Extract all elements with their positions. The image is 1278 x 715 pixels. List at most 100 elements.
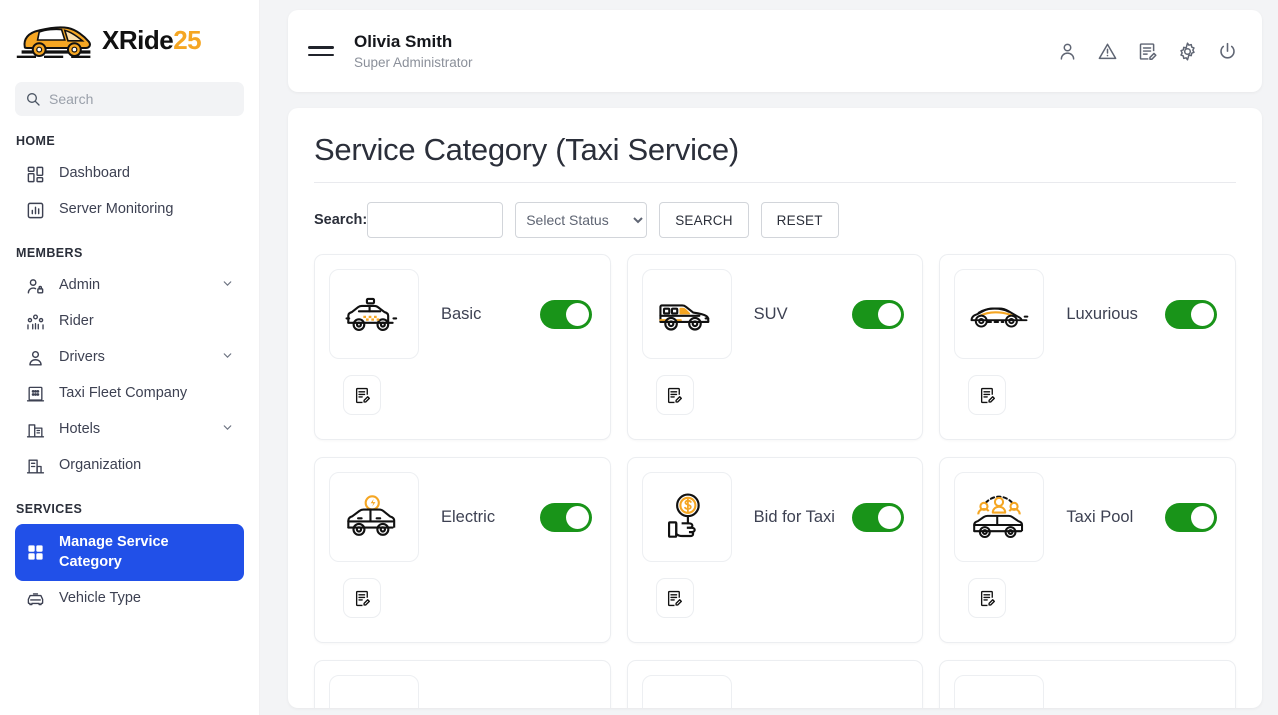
edit-category-button[interactable] [655,578,694,618]
edit-document-icon [668,387,683,403]
service-category-card[interactable]: Basic [314,254,611,440]
service-category-card[interactable] [939,660,1236,708]
card-header [954,675,1221,708]
sidebar-search[interactable] [15,82,244,116]
service-category-card[interactable]: Electric [314,457,611,643]
sidebar-item-admin[interactable]: Admin [15,268,244,304]
taxi-car-icon [329,269,419,359]
grid-squares-icon [25,543,45,563]
toggle-knob [565,505,589,529]
search-button[interactable]: SEARCH [659,202,749,238]
card-header [641,675,909,708]
sidebar-item-label: Rider [59,313,94,330]
sidebar-item-server-monitoring[interactable]: Server Monitoring [15,192,244,228]
service-category-card[interactable]: Taxi Pool [939,457,1236,643]
sidebar-item-label: Server Monitoring [59,201,174,218]
search-label: Search: [314,212,368,228]
edit-category-button[interactable] [655,375,694,415]
power-off-icon[interactable] [1214,38,1240,64]
profile-icon[interactable] [1054,38,1080,64]
sidebar-item-label: Manage Service Category [59,534,169,570]
brand-logo-area[interactable]: XRide25 [0,0,259,74]
sidebar-search-input[interactable] [49,91,234,107]
organization-building-icon [25,456,45,476]
category-name: SUV [753,304,788,323]
sidebar-item-drivers[interactable]: Drivers [15,340,244,376]
status-toggle[interactable] [539,502,592,532]
card-header: Electric [329,472,596,562]
partial-card-icon [329,675,419,708]
status-toggle[interactable] [852,502,905,532]
service-category-card[interactable] [626,660,924,708]
settings-gear-icon[interactable] [1174,38,1200,64]
card-header: SUV [641,269,909,359]
service-category-grid: Basic SUV Luxurious Electric Bid for Tax… [314,254,1236,708]
category-name: Basic [441,304,482,323]
filter-bar: Search: Select Status Active Inactive SE… [314,202,1236,238]
service-category-card[interactable]: SUV [626,254,924,440]
partial-card-icon [641,675,732,708]
status-toggle[interactable] [1164,299,1217,329]
car-logo-icon [16,26,91,58]
card-header: Basic [329,269,596,359]
carpool-icon [954,472,1045,562]
sidebar-item-vehicle-type[interactable]: Vehicle Type [15,581,244,617]
chevron-down-icon[interactable] [221,421,234,439]
alert-triangle-icon[interactable] [1094,38,1120,64]
sidebar-item-label: Admin [59,277,101,294]
sidebar-item-organization[interactable]: Organization [15,448,244,484]
suv-car-icon [641,269,732,359]
search-input[interactable] [367,202,504,238]
sidebar-item-dashboard[interactable]: Dashboard [15,156,244,192]
edit-category-button[interactable] [968,578,1007,618]
sidebar-item-label: Drivers [59,349,105,366]
hamburger-icon[interactable] [308,41,334,61]
sidebar-item-taxi-fleet-company[interactable]: Taxi Fleet Company [15,376,244,412]
status-toggle[interactable] [1164,502,1217,532]
edit-document-icon [980,387,995,403]
status-toggle[interactable] [852,299,905,329]
chevron-down-icon[interactable] [221,277,234,295]
dashboard-grid-icon [25,164,45,184]
app-root: XRide25 HOME Dashboard [0,0,1278,715]
edit-category-button[interactable] [343,578,381,618]
toggle-knob [878,302,902,326]
edit-document-icon [355,387,370,403]
sports-car-icon [954,269,1045,359]
service-category-card[interactable]: Luxurious [939,254,1236,440]
edit-document-icon[interactable] [1134,38,1160,64]
sidebar-item-label: Dashboard [59,165,130,182]
sidebar-item-label: Vehicle Type [59,590,141,607]
category-name: Bid for Taxi [753,507,835,526]
sidebar-item-label: Taxi Fleet Company [59,385,188,402]
user-lock-icon [25,276,45,296]
sidebar-item-rider[interactable]: Rider [15,304,244,340]
taxi-front-icon [25,589,45,609]
brand-name-dark: XRide [102,24,174,55]
sidebar-item-label: Organization [59,457,142,474]
user-name: Olivia Smith [354,32,453,51]
sidebar-item-label: Hotels [59,421,101,438]
service-category-card[interactable]: Bid for Taxi [626,457,924,643]
sidebar-item-manage-service-category[interactable]: Manage Service Category [15,524,244,582]
edit-category-button[interactable] [968,375,1007,415]
main-area: Olivia Smith Super Administrator Service… [260,0,1278,715]
sidebar-section-members: MEMBERS [16,246,83,260]
brand-name-accent: 25 [173,24,202,55]
status-select[interactable]: Select Status Active Inactive [515,202,648,238]
edit-document-icon [355,590,370,606]
chevron-down-icon[interactable] [221,349,234,367]
hand-coin-icon [641,472,732,562]
reset-button[interactable]: RESET [760,202,839,238]
service-category-card[interactable] [314,660,611,708]
toggle-knob [878,505,902,529]
hotel-building-icon [25,420,45,440]
card-header [329,675,596,708]
user-driver-icon [25,348,45,368]
topbar-user-block: Olivia Smith Super Administrator [354,32,473,70]
edit-category-button[interactable] [343,375,381,415]
building-grid-icon [25,384,45,404]
status-toggle[interactable] [539,299,592,329]
sidebar-item-hotels[interactable]: Hotels [15,412,244,448]
toggle-knob [1190,302,1214,326]
